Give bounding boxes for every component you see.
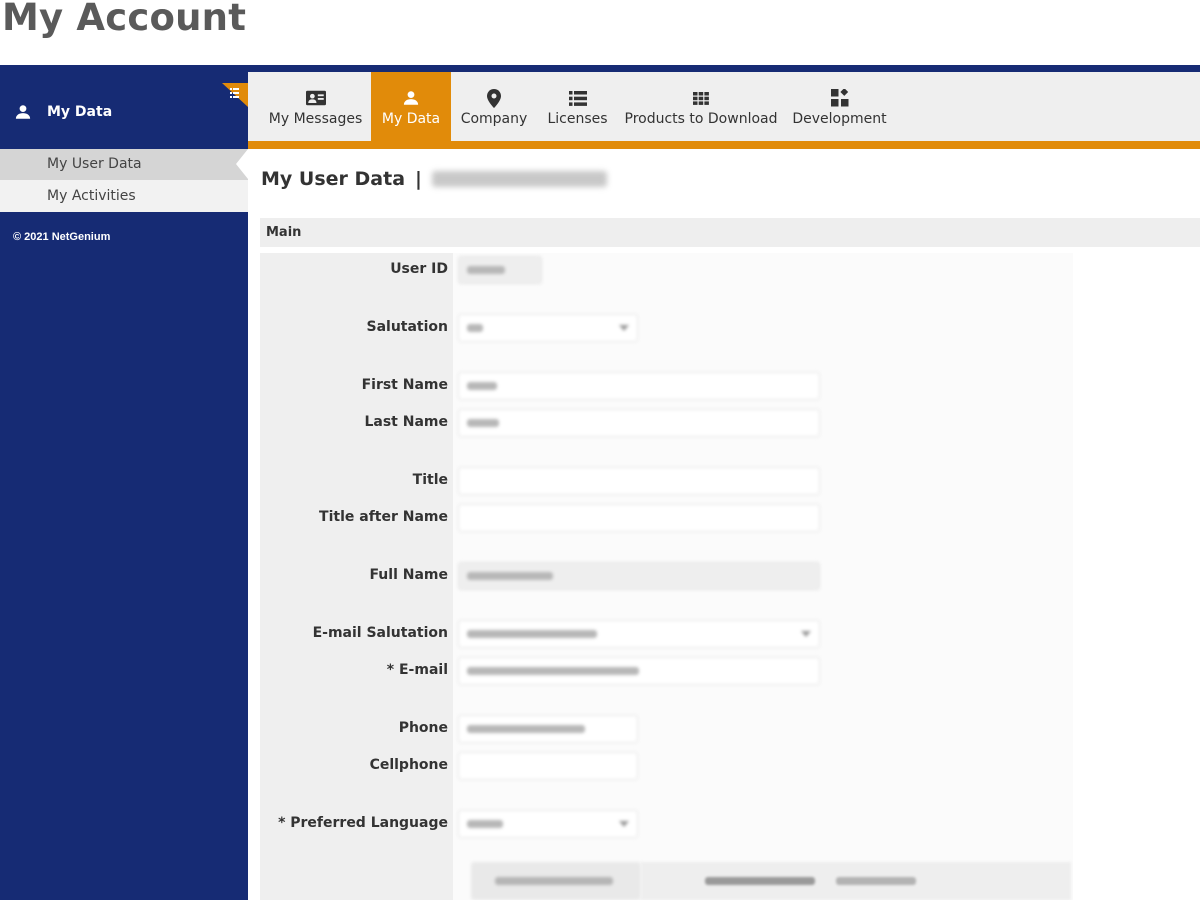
user-icon xyxy=(401,89,421,107)
page-title: My Account xyxy=(2,0,247,39)
sidebar-item-my-activities[interactable]: My Activities xyxy=(0,181,248,212)
user-id-field xyxy=(458,256,542,284)
tab-label: Development xyxy=(792,111,887,127)
label-cellphone: Cellphone xyxy=(369,757,448,773)
sidebar-item-label: My Activities xyxy=(47,188,136,204)
chevron-down-icon xyxy=(619,821,629,827)
title-after-name-input[interactable] xyxy=(458,504,820,532)
sidebar-toggle-icon[interactable] xyxy=(222,83,248,107)
label-phone: Phone xyxy=(398,720,448,736)
preferred-language-select[interactable] xyxy=(458,810,638,838)
label-email: * E-mail xyxy=(386,662,448,678)
tab-label: Products to Download xyxy=(624,111,778,127)
widgets-icon xyxy=(830,89,850,107)
active-arrow-icon xyxy=(236,149,248,179)
chevron-down-icon xyxy=(619,325,629,331)
sidebar-header[interactable]: My Data xyxy=(0,83,248,141)
label-email-salutation: E-mail Salutation xyxy=(312,625,448,641)
sidebar-item-my-user-data[interactable]: My User Data xyxy=(0,149,248,180)
tab-label: Licenses xyxy=(547,111,608,127)
section-title: My User Data | xyxy=(261,168,607,190)
tab-label: My Messages xyxy=(268,111,363,127)
list-icon xyxy=(568,89,588,107)
sidebar-header-label: My Data xyxy=(47,104,113,120)
tab-company[interactable]: Company xyxy=(458,72,530,141)
password-info-field xyxy=(641,862,1071,900)
tab-licenses[interactable]: Licenses xyxy=(545,72,610,141)
user-name-redacted xyxy=(431,171,607,187)
copyright: © 2021 NetGenium xyxy=(13,231,111,243)
phone-input[interactable] xyxy=(458,715,638,743)
map-pin-icon xyxy=(484,88,504,108)
group-header-main: Main xyxy=(260,218,1200,247)
tab-label: Company xyxy=(460,111,528,127)
tab-accent-bar xyxy=(248,141,1200,149)
email-salutation-select[interactable] xyxy=(458,620,820,648)
tab-development[interactable]: Development xyxy=(792,72,887,141)
first-name-input[interactable] xyxy=(458,372,820,400)
email-input[interactable] xyxy=(458,657,820,685)
last-name-input[interactable] xyxy=(458,409,820,437)
tab-products-to-download[interactable]: Products to Download xyxy=(624,72,778,141)
label-title: Title xyxy=(412,472,448,488)
tab-my-messages[interactable]: My Messages xyxy=(264,72,367,141)
sidebar-item-label: My User Data xyxy=(47,156,142,172)
label-user-id: User ID xyxy=(390,261,448,277)
label-full-name: Full Name xyxy=(369,567,448,583)
title-input[interactable] xyxy=(458,467,820,495)
section-title-text: My User Data xyxy=(261,168,406,190)
label-preferred-language: * Preferred Language xyxy=(278,815,448,831)
user-icon xyxy=(14,102,34,122)
tab-label: My Data xyxy=(381,111,441,127)
chevron-down-icon xyxy=(801,631,811,637)
title-separator: | xyxy=(415,168,422,190)
label-first-name: First Name xyxy=(361,377,448,393)
grid-icon xyxy=(691,89,711,107)
salutation-select[interactable] xyxy=(458,314,638,342)
label-title-after-name: Title after Name xyxy=(319,509,448,525)
contact-card-icon xyxy=(305,89,326,107)
cellphone-input[interactable] xyxy=(458,752,638,780)
sidebar-submenu: My User Data My Activities xyxy=(0,149,248,212)
full-name-field xyxy=(458,562,820,590)
tab-my-data[interactable]: My Data xyxy=(371,72,451,141)
label-last-name: Last Name xyxy=(364,414,448,430)
label-salutation: Salutation xyxy=(366,319,448,335)
change-password-button[interactable] xyxy=(471,862,641,900)
top-accent-bar xyxy=(0,65,1200,72)
